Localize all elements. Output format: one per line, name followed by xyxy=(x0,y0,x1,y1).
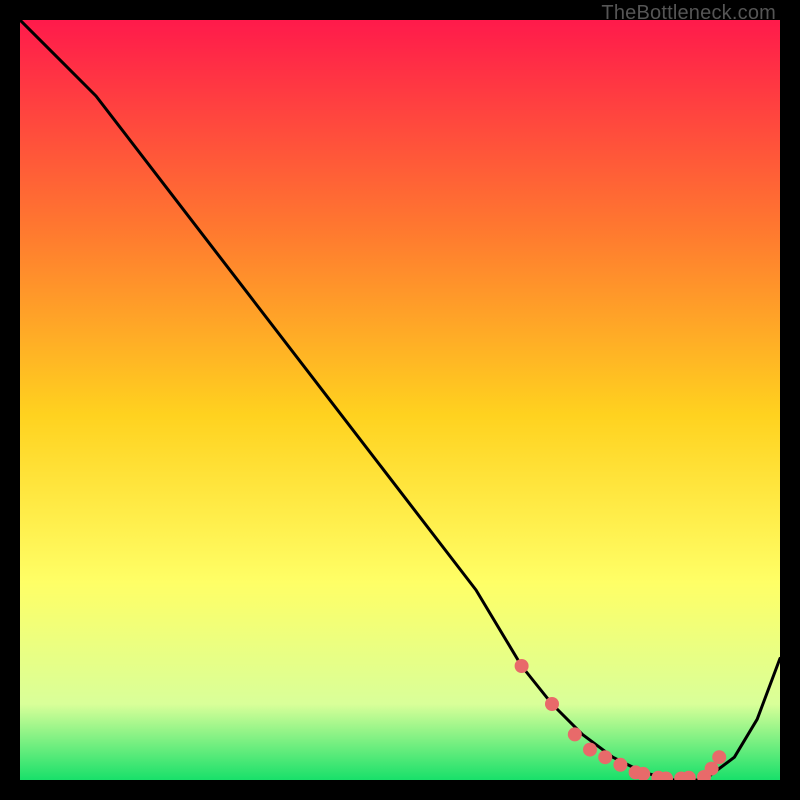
highlight-dot xyxy=(583,743,597,757)
highlight-dot xyxy=(545,697,559,711)
gradient-background xyxy=(20,20,780,780)
highlight-dot xyxy=(613,758,627,772)
highlight-dot xyxy=(568,727,582,741)
highlight-dot xyxy=(705,762,719,776)
highlight-dot xyxy=(515,659,529,673)
chart-frame xyxy=(20,20,780,780)
highlight-dot xyxy=(712,750,726,764)
highlight-dot xyxy=(598,750,612,764)
bottleneck-chart xyxy=(20,20,780,780)
